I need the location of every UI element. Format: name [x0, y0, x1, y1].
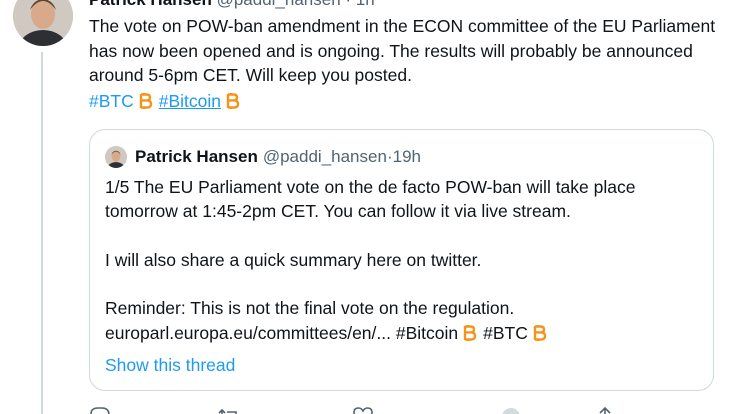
bitcoin-icon: [226, 93, 240, 109]
bitcoin-icon: [139, 93, 152, 109]
like-icon[interactable]: [352, 406, 374, 414]
quoted-hashtag-btc[interactable]: #BTC: [483, 321, 528, 345]
quoted-header: Patrick Hansen @paddi_hansen · 19h: [105, 146, 421, 168]
avatar-photo: [105, 146, 127, 168]
bitcoin-icon: [533, 324, 547, 341]
bitcoin-icon: [463, 324, 477, 341]
hashtag-bitcoin[interactable]: #Bitcoin: [159, 89, 221, 113]
quoted-time: 19h: [392, 147, 421, 166]
share-icon[interactable]: [594, 406, 616, 414]
tweet-header: Patrick Hansen @paddi_hansen · 1h: [89, 0, 375, 10]
quoted-tweet[interactable]: Patrick Hansen @paddi_hansen · 19h 1/5 T…: [89, 129, 714, 391]
quoted-avatar: [105, 146, 127, 168]
quoted-author-name: Patrick Hansen: [135, 147, 258, 166]
quoted-line: Reminder: This is not the final vote on …: [105, 298, 515, 319]
tweet-view: Patrick Hansen @paddi_hansen · 1h The vo…: [0, 0, 742, 414]
tweet-actions: [89, 406, 649, 414]
tweet-time[interactable]: 1h: [356, 0, 375, 9]
quoted-author-handle: @paddi_hansen: [262, 147, 387, 166]
quoted-link-line: europarl.europa.eu/committees/en/... #Bi…: [105, 321, 700, 345]
hashtag-btc[interactable]: #BTC: [89, 89, 134, 113]
quoted-line: 1/5 The EU Parliament vote on the de fac…: [105, 177, 636, 222]
quoted-link[interactable]: europarl.europa.eu/committees/en/...: [105, 323, 391, 343]
author-handle[interactable]: @paddi_hansen: [217, 0, 341, 9]
header-separator: ·: [341, 0, 356, 9]
quoted-body: 1/5 The EU Parliament vote on the de fac…: [105, 175, 700, 345]
thread-line: [41, 52, 43, 414]
quoted-hashtag-bitcoin[interactable]: #Bitcoin: [396, 321, 458, 345]
tweet-text: The vote on POW-ban amendment in the ECO…: [89, 16, 716, 85]
show-thread-link[interactable]: Show this thread: [105, 354, 235, 376]
tweet-hashtags: #BTC #Bitcoin: [89, 89, 246, 113]
reply-icon[interactable]: [89, 406, 111, 414]
quoted-hashtags: #Bitcoin #BTC: [396, 321, 553, 345]
analytics-icon[interactable]: [500, 406, 522, 414]
avatar-photo: [13, 0, 73, 46]
retweet-icon[interactable]: [217, 406, 241, 414]
author-name[interactable]: Patrick Hansen: [89, 0, 212, 9]
quoted-line: I will also share a quick summary here o…: [105, 249, 482, 270]
avatar[interactable]: [13, 0, 73, 46]
